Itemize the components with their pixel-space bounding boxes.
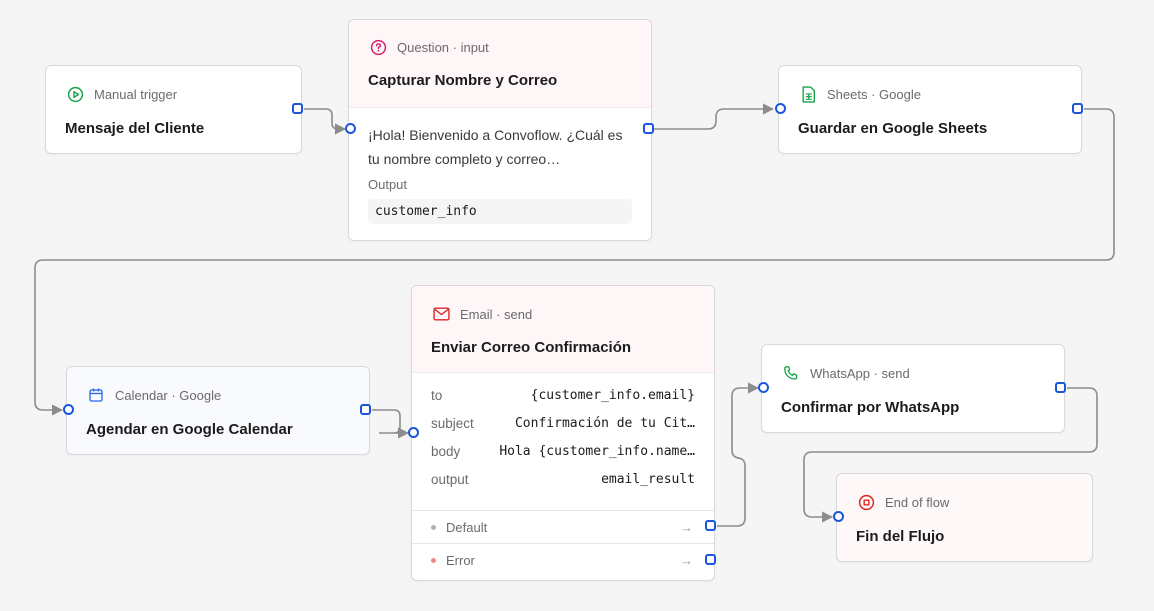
node-title: Agendar en Google Calendar <box>86 421 293 438</box>
question-prompt: ¡Hola! Bienvenido a Convoflow. ¿Cuál es … <box>368 127 623 167</box>
email-input-port[interactable] <box>408 427 419 438</box>
field-row-output: output email_result <box>431 472 695 487</box>
node-subtitle: Sheets · Google <box>827 86 921 102</box>
node-title: Confirmar por WhatsApp <box>781 399 960 416</box>
mail-icon <box>431 304 451 324</box>
node-question[interactable]: Question · input Capturar Nombre y Corre… <box>348 19 652 241</box>
edge-trigger-question <box>304 108 347 135</box>
arrow-right-icon: → <box>680 552 693 568</box>
error-dot-icon <box>431 557 436 563</box>
email-error-port[interactable] <box>705 554 716 565</box>
field-value: Hola {customer_info.name… <box>499 444 695 459</box>
field-key: subject <box>431 416 474 431</box>
node-email[interactable]: Email · send Enviar Correo Confirmación … <box>411 285 715 581</box>
calendar-output-port[interactable] <box>360 404 371 415</box>
node-subtitle: WhatsApp · send <box>810 365 910 381</box>
email-default-port[interactable] <box>705 520 716 531</box>
node-title: Mensaje del Cliente <box>65 120 205 137</box>
trigger-output-port[interactable] <box>292 103 303 114</box>
play-circle-icon <box>65 84 85 104</box>
node-subtitle: Question · input <box>397 39 489 55</box>
field-key: output <box>431 472 469 487</box>
field-row-subject: subject Confirmación de tu Cit… <box>431 416 695 431</box>
node-sheets[interactable]: Sheets · Google Guardar en Google Sheets <box>778 65 1082 154</box>
field-key: body <box>431 444 461 459</box>
field-key: to <box>431 388 443 403</box>
question-circle-icon <box>368 37 388 57</box>
node-subtitle: Email · send <box>460 306 533 322</box>
edge-calendar-email <box>372 409 410 439</box>
node-whatsapp[interactable]: WhatsApp · send Confirmar por WhatsApp <box>761 344 1065 433</box>
question-output-port[interactable] <box>643 123 654 134</box>
output-label: Output <box>368 177 408 192</box>
output-value: customer_info <box>368 199 632 224</box>
branch-label: Default <box>446 519 488 535</box>
field-value: email_result <box>601 472 695 487</box>
question-input-port[interactable] <box>345 123 356 134</box>
node-trigger[interactable]: Manual trigger Mensaje del Cliente <box>45 65 302 154</box>
branch-error[interactable]: Error → <box>412 543 714 576</box>
sheets-input-port[interactable] <box>775 103 786 114</box>
node-subtitle: Manual trigger <box>94 86 178 102</box>
node-title: Enviar Correo Confirmación <box>431 339 632 356</box>
calendar-input-port[interactable] <box>63 404 74 415</box>
edge-email-whatsapp <box>717 382 760 527</box>
stop-circle-icon <box>856 492 876 512</box>
node-title: Capturar Nombre y Correo <box>368 72 558 89</box>
end-input-port[interactable] <box>833 511 844 522</box>
node-subtitle: Calendar · Google <box>115 387 222 403</box>
arrow-right-icon: → <box>680 519 693 535</box>
default-dot-icon <box>431 524 436 530</box>
field-row-to: to {customer_info.email} <box>431 388 695 403</box>
branch-default[interactable]: Default → <box>412 510 714 543</box>
phone-icon <box>781 363 801 383</box>
node-title: Fin del Flujo <box>856 528 945 545</box>
field-value: {customer_info.email} <box>530 388 695 403</box>
edge-question-sheets <box>654 103 775 130</box>
calendar-icon <box>86 385 106 405</box>
whatsapp-input-port[interactable] <box>758 382 769 393</box>
whatsapp-output-port[interactable] <box>1055 382 1066 393</box>
node-end[interactable]: End of flow Fin del Flujo <box>836 473 1093 562</box>
node-calendar[interactable]: Calendar · Google Agendar en Google Cale… <box>66 366 370 455</box>
branch-label: Error <box>446 552 475 568</box>
spreadsheet-icon <box>798 84 818 104</box>
sheets-output-port[interactable] <box>1072 103 1083 114</box>
field-value: Confirmación de tu Cit… <box>514 416 695 431</box>
node-subtitle: End of flow <box>885 494 950 510</box>
node-title: Guardar en Google Sheets <box>798 120 988 137</box>
field-row-body: body Hola {customer_info.name… <box>431 444 695 459</box>
